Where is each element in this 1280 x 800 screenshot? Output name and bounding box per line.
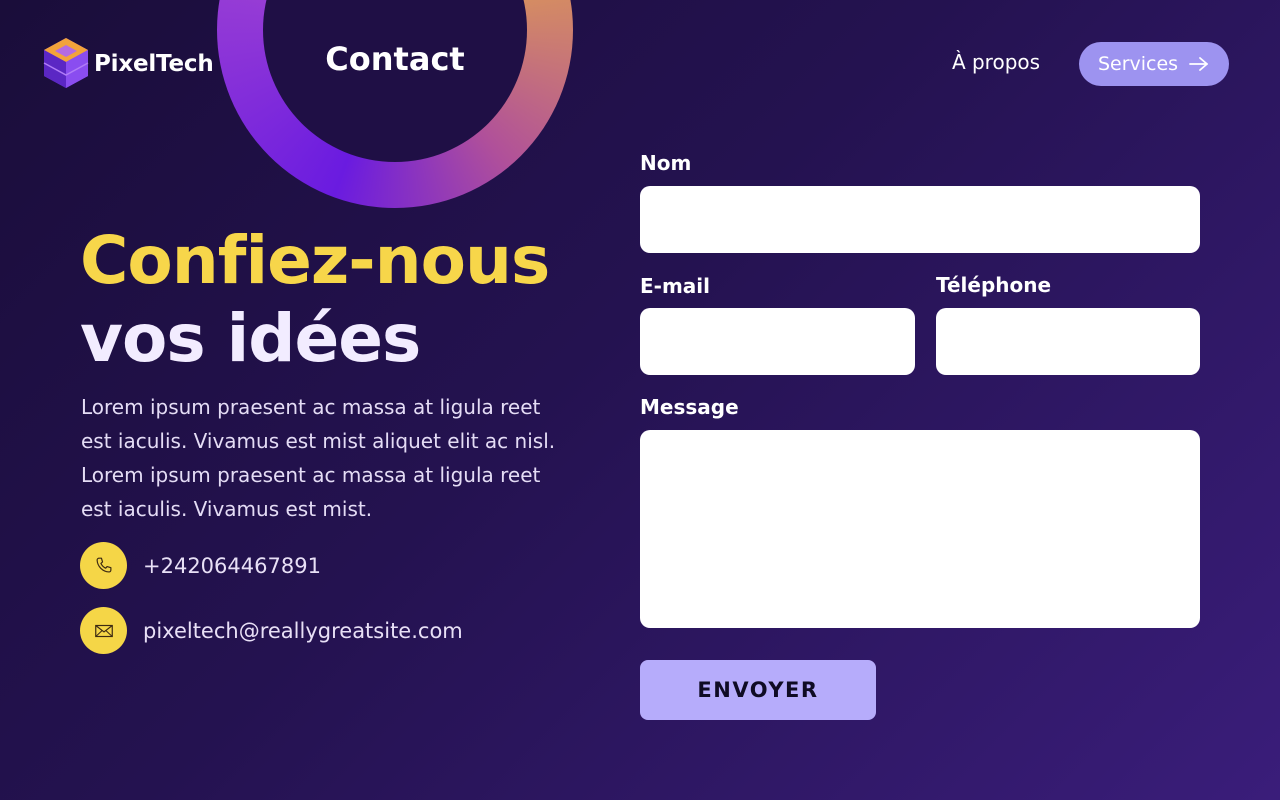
phone-input[interactable] <box>936 308 1200 375</box>
hero-description: Lorem ipsum praesent ac massa at ligula … <box>81 395 556 521</box>
headline-line-2: vos idées <box>80 300 421 377</box>
phone-label: Téléphone <box>936 273 1052 297</box>
services-button[interactable]: Services <box>1079 42 1229 86</box>
name-input[interactable] <box>640 186 1200 253</box>
name-label: Nom <box>640 151 692 175</box>
page-title: Contact <box>325 40 465 78</box>
contact-phone[interactable]: +242064467891 <box>80 542 321 589</box>
decorative-gradient-ring <box>217 0 573 208</box>
headline-line-1: Confiez-nous <box>80 222 550 299</box>
email-label: E-mail <box>640 274 711 298</box>
hero-headline: Confiez-nous vos idées <box>80 222 550 378</box>
phone-icon <box>80 542 127 589</box>
message-textarea[interactable] <box>640 430 1200 628</box>
cube-logo-icon <box>43 38 89 88</box>
message-label: Message <box>640 395 739 419</box>
services-button-label: Services <box>1097 53 1179 75</box>
email-input[interactable] <box>640 308 915 375</box>
contact-email[interactable]: pixeltech@reallygreatsite.com <box>80 607 463 654</box>
envelope-icon <box>80 607 127 654</box>
phone-number: +242064467891 <box>143 553 321 578</box>
email-address: pixeltech@reallygreatsite.com <box>143 618 463 643</box>
submit-button[interactable]: ENVOYER <box>640 660 876 720</box>
brand-name: PixelTech <box>94 51 214 77</box>
brand-logo[interactable]: PixelTech <box>42 36 214 92</box>
arrow-right-icon <box>1189 57 1208 71</box>
nav-link-about[interactable]: À propos <box>930 50 1062 74</box>
